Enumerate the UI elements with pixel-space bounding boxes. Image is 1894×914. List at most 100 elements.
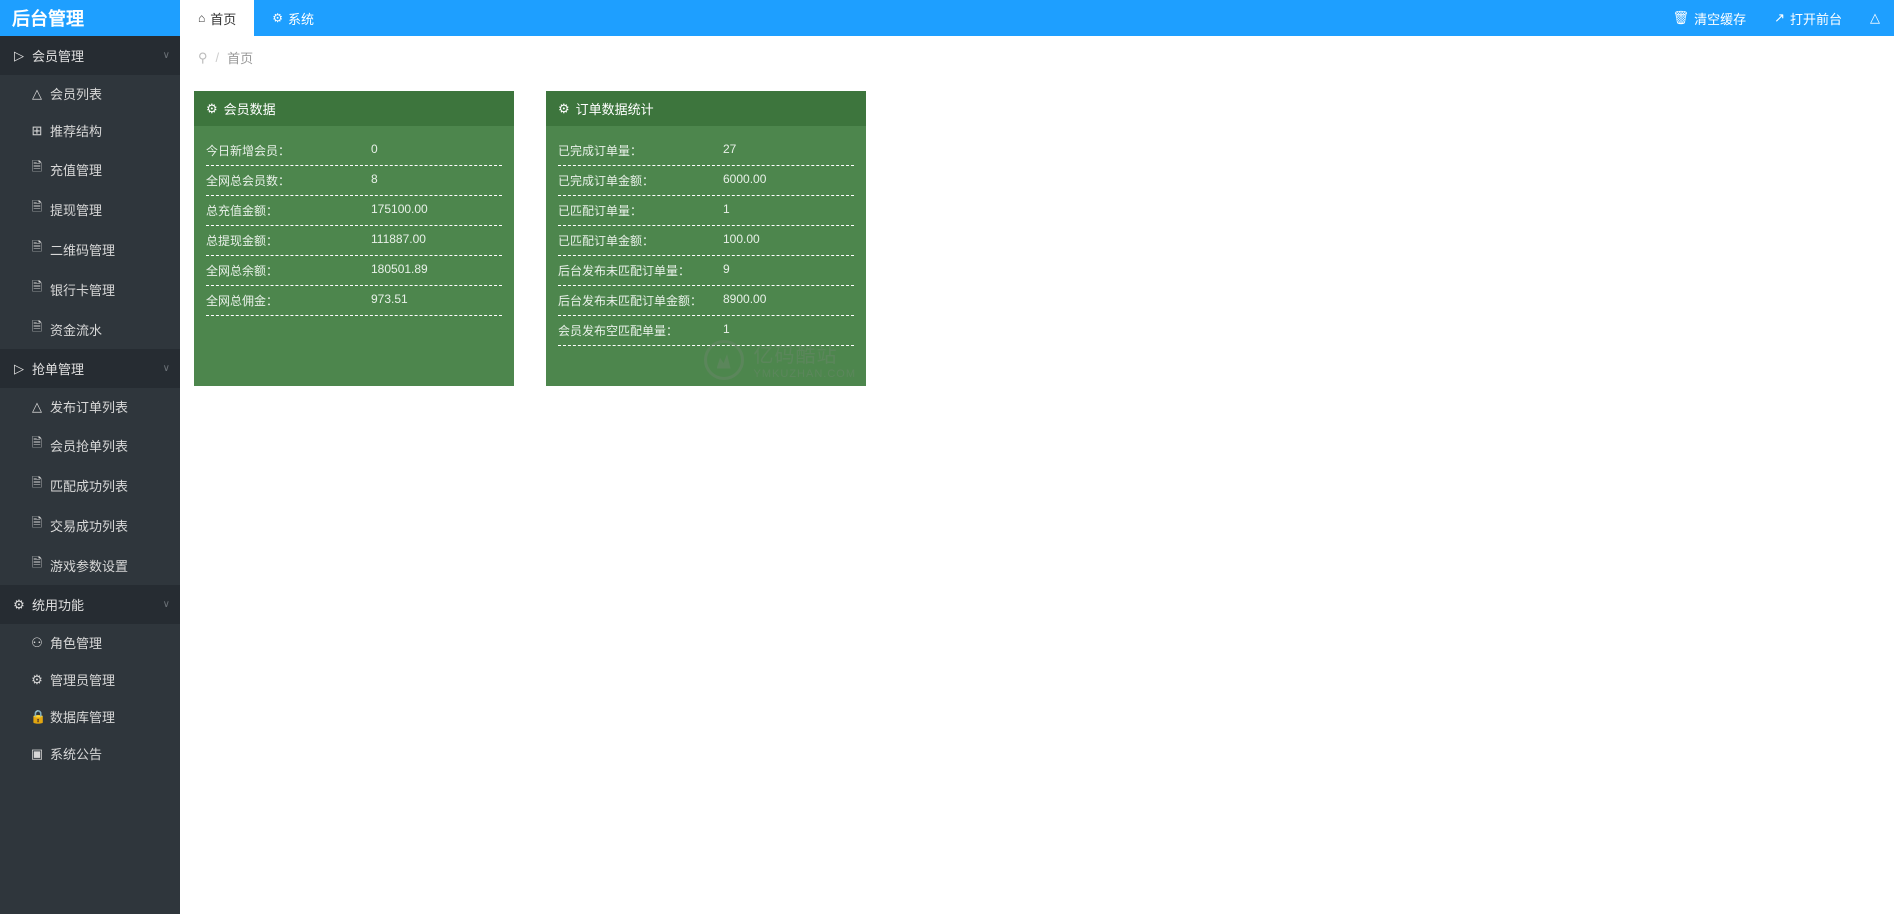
card-header: ⚙订单数据统计 (546, 91, 866, 126)
nav-group-header-2[interactable]: ⚙ 统用功能 ∨ (0, 585, 180, 624)
tab-label: 系统 (288, 9, 314, 28)
nav-item-2-2[interactable]: 🔒 数据库管理 (0, 698, 180, 735)
user-icon: △ (1870, 10, 1880, 26)
home-icon: ⌂ (198, 11, 205, 25)
logo[interactable]: 后台管理 (0, 0, 180, 36)
doc-icon: 🗎 (30, 158, 44, 180)
nav-item-0-0[interactable]: △ 会员列表 (0, 75, 180, 112)
stat-value: 6000.00 (723, 172, 854, 189)
stat-row: 全网总会员数：8 (206, 166, 502, 196)
tab-0[interactable]: ⌂ 首页 (180, 0, 254, 36)
clip-icon: ▣ (30, 746, 44, 762)
stat-value: 973.51 (371, 292, 502, 309)
stat-row: 全网总余额：180501.89 (206, 256, 502, 286)
user-icon: △ (30, 399, 44, 415)
stat-value: 1 (723, 202, 854, 219)
header-action-label: 打开前台 (1790, 9, 1842, 28)
doc-icon: 🗎 (30, 474, 44, 496)
lock-icon: 🔒 (30, 709, 44, 725)
user-menu-button[interactable]: △ (1856, 0, 1894, 36)
nav-item-1-0[interactable]: △发布订单列表 (0, 388, 180, 425)
header-right: 🗑清空缓存 ↗ 打开前台 △ (1659, 0, 1894, 36)
nav-item-0-4[interactable]: 🗎二维码管理 (0, 229, 180, 269)
nav-group-label: 统用功能 (32, 595, 84, 614)
card-title: 订单数据统计 (576, 99, 654, 118)
stat-row: 会员发布空匹配单量：1 (558, 316, 854, 346)
nav-item-label: 银行卡管理 (50, 280, 115, 299)
nav-group-header-1[interactable]: ▷ 抢单管理 ∨ (0, 349, 180, 388)
doc-icon: 🗎 (30, 514, 44, 536)
header-action-1[interactable]: ↗ 打开前台 (1760, 0, 1856, 36)
nav-item-1-1[interactable]: 🗎会员抢单列表 (0, 425, 180, 465)
stat-card-1: ⚙订单数据统计已完成订单量：27已完成订单金额：6000.00已匹配订单量：1已… (546, 91, 866, 386)
stat-row: 后台发布未匹配订单金额：8900.00 (558, 286, 854, 316)
nav-item-2-1[interactable]: ⚙管理员管理 (0, 661, 180, 698)
nav-item-0-6[interactable]: 🗎资金流水 (0, 309, 180, 349)
nav-item-1-4[interactable]: 🗎 游戏参数设置 (0, 545, 180, 585)
chevron-down-icon: ∨ (163, 599, 170, 610)
header-action-0[interactable]: 🗑清空缓存 (1659, 0, 1761, 36)
card-body: 已完成订单量：27已完成订单金额：6000.00已匹配订单量：1已匹配订单金额：… (546, 126, 866, 386)
stat-value: 180501.89 (371, 262, 502, 279)
nav-item-1-2[interactable]: 🗎 匹配成功列表 (0, 465, 180, 505)
header-tabs: ⌂ 首页 ⚙ 系统 (180, 0, 1659, 36)
stat-value: 8900.00 (723, 292, 854, 309)
nav-item-label: 会员列表 (50, 84, 102, 103)
doc-icon: 🗎 (30, 198, 44, 220)
nav-item-label: 推荐结构 (50, 121, 102, 140)
nav-item-label: 二维码管理 (50, 240, 115, 259)
gear-icon: ⚙ (12, 597, 26, 613)
breadcrumb-separator: / (216, 50, 220, 65)
nav-group-label: 会员管理 (32, 46, 84, 65)
stat-label: 已完成订单量： (558, 142, 723, 159)
stat-label: 全网总余额： (206, 262, 371, 279)
nav-group-header-0[interactable]: ▷会员管理∨ (0, 36, 180, 75)
stat-row: 全网总佣金：973.51 (206, 286, 502, 316)
user-icon: △ (30, 86, 44, 102)
stat-label: 总充值金额： (206, 202, 371, 219)
nav-item-0-3[interactable]: 🗎提现管理 (0, 189, 180, 229)
stat-value: 100.00 (723, 232, 854, 249)
header-action-label: 清空缓存 (1694, 9, 1746, 28)
breadcrumb: ⚲ / 首页 (180, 36, 1894, 79)
stat-row: 总充值金额：175100.00 (206, 196, 502, 226)
nav-item-0-1[interactable]: ⊞ 推荐结构 (0, 112, 180, 149)
nav-group-label: 抢单管理 (32, 359, 84, 378)
doc-icon: 🗎 (30, 554, 44, 576)
stat-row: 总提现金额：111887.00 (206, 226, 502, 256)
sidebar: ▷会员管理∨△会员列表⊞推荐结构🗎充值管理🗎提现管理🗎二维码管理🗎银行卡管理🗎资… (0, 36, 180, 914)
card-body: 今日新增会员：0全网总会员数：8总充值金额：175100.00总提现金额：111… (194, 126, 514, 356)
nav-item-label: 匹配成功列表 (50, 476, 128, 495)
nav-item-label: 游戏参数设置 (50, 556, 128, 575)
nav-item-1-3[interactable]: 🗎交易成功列表 (0, 505, 180, 545)
stat-value: 27 (723, 142, 854, 159)
grid-icon: ⊞ (30, 123, 44, 139)
gear-icon: ⚙ (272, 11, 283, 25)
stat-label: 总提现金额： (206, 232, 371, 249)
stat-label: 已匹配订单量： (558, 202, 723, 219)
stat-row: 已完成订单金额：6000.00 (558, 166, 854, 196)
external-icon: ↗ (1774, 10, 1785, 26)
breadcrumb-current: 首页 (227, 48, 253, 67)
nav-item-0-2[interactable]: 🗎充值管理 (0, 149, 180, 189)
stat-card-0: ⚙会员数据今日新增会员：0全网总会员数：8总充值金额：175100.00总提现金… (194, 91, 514, 386)
stat-label: 已完成订单金额： (558, 172, 723, 189)
nav-item-label: 数据库管理 (50, 707, 115, 726)
stat-label: 会员发布空匹配单量： (558, 322, 723, 339)
folder-icon: ▷ (12, 361, 26, 377)
nav-item-0-5[interactable]: 🗎银行卡管理 (0, 269, 180, 309)
stat-value: 1 (723, 322, 854, 339)
folder-icon: ▷ (12, 48, 26, 64)
stat-label: 今日新增会员： (206, 142, 371, 159)
trash-icon: 🗑 (1673, 10, 1690, 26)
nav-item-2-0[interactable]: ⚇角色管理 (0, 624, 180, 661)
tab-label: 首页 (210, 9, 236, 28)
stat-value: 8 (371, 172, 502, 189)
tab-1[interactable]: ⚙ 系统 (254, 0, 332, 36)
nav-item-label: 资金流水 (50, 320, 102, 339)
chevron-down-icon: ∨ (163, 363, 170, 374)
stat-label: 后台发布未匹配订单金额： (558, 292, 723, 309)
stat-label: 后台发布未匹配订单量： (558, 262, 723, 279)
stat-row: 已匹配订单金额：100.00 (558, 226, 854, 256)
nav-item-2-3[interactable]: ▣系统公告 (0, 735, 180, 772)
